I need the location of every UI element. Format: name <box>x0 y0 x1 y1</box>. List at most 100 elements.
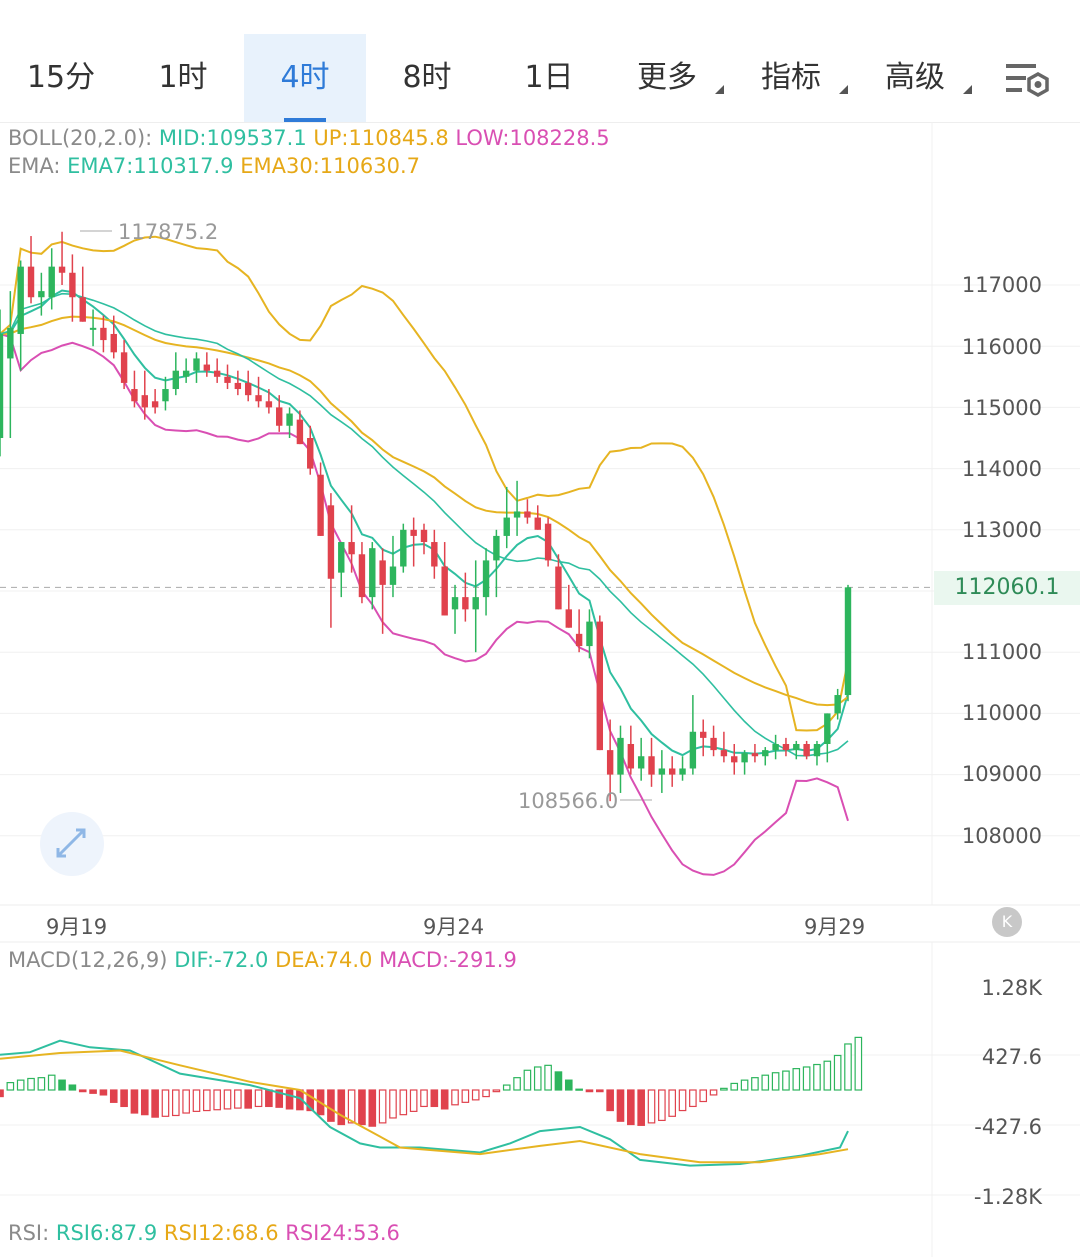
macd-bar <box>802 1066 811 1091</box>
macd-bar <box>730 1082 739 1091</box>
rewind-icon: K <box>1001 912 1013 931</box>
candle-body <box>689 731 697 769</box>
macd-bar <box>347 1089 356 1124</box>
macd-bar <box>171 1089 180 1117</box>
macd-bar <box>554 1071 563 1091</box>
candle-body <box>617 737 624 775</box>
macd-bar <box>575 1088 583 1091</box>
macd-bar <box>709 1089 718 1096</box>
price-tick: 111000 <box>961 640 1042 664</box>
macd-bar <box>99 1089 108 1096</box>
candle-body <box>803 744 810 757</box>
price-tick: 109000 <box>961 762 1042 786</box>
candle-body <box>586 621 593 647</box>
candle-body <box>131 389 138 402</box>
macd-bar <box>502 1084 511 1091</box>
candle-body <box>27 266 35 298</box>
date-tick: 9月24 <box>423 915 485 939</box>
candle-body <box>348 542 355 555</box>
candle-body <box>7 327 14 359</box>
price-tick: 115000 <box>961 396 1042 420</box>
macd-name: MACD(12,26,9) <box>8 948 168 972</box>
candle-body <box>710 737 717 751</box>
macd-bar <box>378 1089 387 1124</box>
macd-bar <box>285 1089 294 1110</box>
macd-bar <box>327 1089 335 1122</box>
macd-bar <box>440 1089 449 1110</box>
candle-body <box>110 333 117 353</box>
macd-bar <box>564 1079 573 1091</box>
candle-body <box>38 291 45 298</box>
candle-body <box>658 768 666 775</box>
macd-bar <box>751 1077 759 1091</box>
macd-bar <box>678 1089 687 1112</box>
price-tick: 113000 <box>961 518 1042 542</box>
macd-bar <box>492 1089 501 1093</box>
candle-body <box>276 407 283 426</box>
rsi-legend: RSI: RSI6:87.9 RSI12:68.6 RSI24:53.6 <box>8 1221 400 1245</box>
candle-body <box>120 352 128 383</box>
candlestick-chart[interactable] <box>0 0 1080 1257</box>
candle-body <box>503 517 510 536</box>
macd-bar <box>833 1054 842 1091</box>
candle-body <box>741 753 748 763</box>
candle-body <box>327 505 335 579</box>
macd-bar <box>771 1072 780 1091</box>
macd-tick: 1.28K <box>981 976 1042 1000</box>
current-price-tag: 112060.1 <box>934 571 1080 605</box>
high-price-label: 117875.2 <box>118 220 219 244</box>
expand-arrows-icon <box>56 828 86 858</box>
candle-body <box>162 389 169 402</box>
macd-bar <box>699 1089 708 1103</box>
macd-bar <box>461 1089 470 1103</box>
price-tick: 116000 <box>961 335 1042 359</box>
rsi-name: RSI: <box>8 1221 50 1245</box>
candle-body <box>751 753 759 757</box>
macd-dea: DEA:74.0 <box>275 948 373 972</box>
macd-bar <box>192 1089 201 1112</box>
candle-body <box>224 376 231 383</box>
rsi6-value: RSI6:87.9 <box>55 1221 158 1245</box>
macd-bar <box>813 1063 821 1091</box>
macd-bar <box>854 1036 863 1091</box>
candle-body <box>89 327 97 330</box>
candle-body <box>79 297 86 322</box>
macd-bar <box>203 1089 211 1112</box>
macd-bar <box>668 1089 677 1117</box>
macd-bar <box>254 1089 263 1108</box>
candle-body <box>151 401 159 408</box>
candle-body <box>844 587 852 696</box>
candle-body <box>555 566 562 610</box>
candle-body <box>58 266 66 273</box>
expand-chart-button[interactable] <box>40 812 104 876</box>
macd-bar <box>120 1089 128 1108</box>
scroll-to-latest-button[interactable]: K <box>992 907 1022 937</box>
price-tick: 110000 <box>961 701 1042 725</box>
candle-body <box>824 713 831 744</box>
macd-bar <box>844 1043 852 1091</box>
candle-body <box>400 529 407 567</box>
macd-bar <box>471 1089 480 1101</box>
macd-bar <box>234 1089 242 1109</box>
candle-body <box>762 750 769 757</box>
candle-body <box>668 768 676 775</box>
macd-tick: -1.28K <box>973 1185 1042 1209</box>
macd-bar <box>213 1089 221 1111</box>
candle-body <box>575 633 583 647</box>
macd-bar <box>606 1089 614 1112</box>
candle-body <box>307 438 314 469</box>
candle-body <box>482 560 490 598</box>
macd-bar <box>482 1089 490 1098</box>
macd-bar <box>585 1089 594 1093</box>
price-tick: 117000 <box>961 273 1042 297</box>
candle-body <box>172 370 180 390</box>
candle-body <box>534 517 541 530</box>
candle-body <box>369 548 376 598</box>
macd-bar <box>223 1089 232 1110</box>
candle-body <box>596 621 604 751</box>
macd-bar <box>0 1089 4 1098</box>
macd-bar <box>647 1089 656 1124</box>
macd-bar <box>47 1074 56 1091</box>
candle-body <box>69 272 76 298</box>
candle-body <box>141 395 148 408</box>
